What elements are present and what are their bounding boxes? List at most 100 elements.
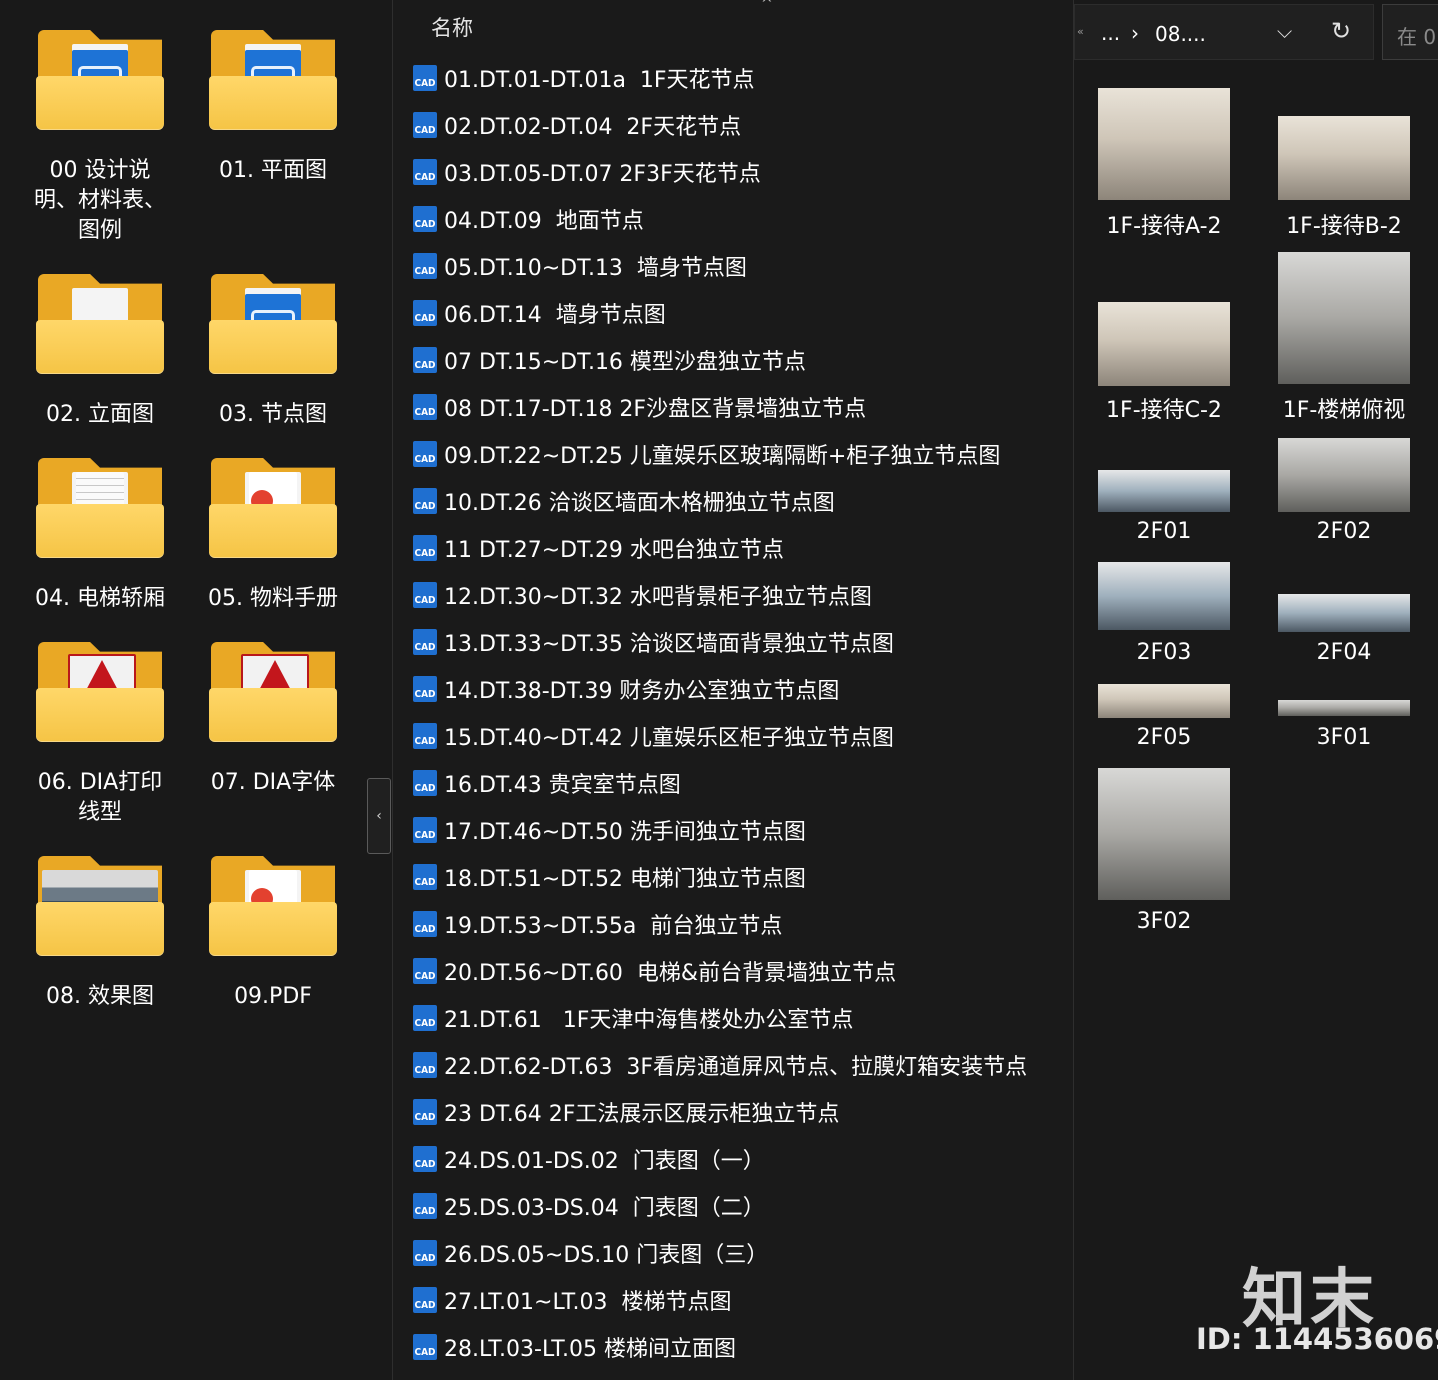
folder-item[interactable]: 02. 立面图 xyxy=(14,244,186,430)
file-name: 16.DT.43 贵宾室节点图 xyxy=(444,773,681,798)
file-row[interactable]: CAD 17.DT.46~DT.50 洗手间独立节点图 xyxy=(413,810,806,850)
folder-item[interactable]: 01. 平面图 xyxy=(187,0,359,186)
file-row[interactable]: CAD 28.LT.03-LT.05 楼梯间立面图 xyxy=(413,1327,736,1367)
file-row[interactable]: CAD 16.DT.43 贵宾室节点图 xyxy=(413,763,681,803)
folder-item[interactable]: 04. 电梯轿厢 xyxy=(14,428,186,614)
cad-file-icon: CAD xyxy=(413,488,437,514)
cad-file-icon: CAD xyxy=(413,1005,437,1031)
file-name: 18.DT.51~DT.52 电梯门独立节点图 xyxy=(444,867,806,892)
folder-label: 04. 电梯轿厢 xyxy=(35,586,165,611)
file-name: 05.DT.10~DT.13 墙身节点图 xyxy=(444,256,747,281)
file-name: 13.DT.33~DT.35 洽谈区墙面背景独立节点图 xyxy=(444,632,894,657)
file-row[interactable]: CAD 20.DT.56~DT.60 电梯&前台背景墙独立节点 xyxy=(413,951,896,991)
folder-item[interactable]: 00 设计说 明、材料表、 图例 xyxy=(14,0,186,246)
breadcrumb-chevron-icon: › xyxy=(1131,21,1139,45)
file-row[interactable]: CAD 03.DT.05-DT.07 2F3F天花节点 xyxy=(413,152,761,192)
cad-file-icon: CAD xyxy=(413,1193,437,1219)
sort-ascending-icon: ^ xyxy=(761,0,773,12)
chevron-down-icon[interactable]: ⌵ xyxy=(1277,19,1292,43)
file-row[interactable]: CAD 23 DT.64 2F工法展示区展示柜独立节点 xyxy=(413,1092,839,1132)
file-name: 22.DT.62-DT.63 3F看房通道屏风节点、拉膜灯箱安装节点 xyxy=(444,1055,1028,1080)
folder-icon xyxy=(36,274,164,374)
thumbnail-label: 1F-楼梯俯视 xyxy=(1282,398,1406,423)
file-row[interactable]: CAD 24.DS.01-DS.02 门表图（一） xyxy=(413,1139,765,1179)
file-name: 26.DS.05~DS.10 门表图（三） xyxy=(444,1243,769,1268)
file-name: 25.DS.03-DS.04 门表图（二） xyxy=(444,1196,765,1221)
refresh-icon[interactable]: ↻ xyxy=(1331,17,1351,45)
file-row[interactable]: CAD 06.DT.14 墙身节点图 xyxy=(413,293,666,333)
folder-icon xyxy=(36,30,164,130)
cad-file-icon: CAD xyxy=(413,770,437,796)
render-thumbnail xyxy=(1278,438,1410,512)
file-row[interactable]: CAD 09.DT.22~DT.25 儿童娱乐区玻璃隔断+柜子独立节点图 xyxy=(413,434,1000,474)
file-row[interactable]: CAD 12.DT.30~DT.32 水吧背景柜子独立节点图 xyxy=(413,575,872,615)
file-row[interactable]: CAD 15.DT.40~DT.42 儿童娱乐区柜子独立节点图 xyxy=(413,716,894,756)
folder-item[interactable]: 09.PDF xyxy=(187,826,359,1012)
file-name: 12.DT.30~DT.32 水吧背景柜子独立节点图 xyxy=(444,585,872,610)
thumbnail-label: 2F04 xyxy=(1316,640,1372,665)
render-thumbnail xyxy=(1278,252,1410,384)
file-row[interactable]: CAD 10.DT.26 洽谈区墙面木格栅独立节点图 xyxy=(413,481,835,521)
folder-icon xyxy=(209,30,337,130)
cad-file-icon: CAD xyxy=(413,1146,437,1172)
folder-label: 07. DIA字体 xyxy=(210,770,336,795)
file-row[interactable]: CAD 22.DT.62-DT.63 3F看房通道屏风节点、拉膜灯箱安装节点 xyxy=(413,1045,1027,1085)
folder-icon xyxy=(36,458,164,558)
file-row[interactable]: CAD 01.DT.01-DT.01a 1F天花节点 xyxy=(413,58,755,98)
folder-item[interactable]: 06. DIA打印 线型 xyxy=(14,612,186,828)
file-row[interactable]: CAD 21.DT.61 1F天津中海售楼处办公室节点 xyxy=(413,998,853,1038)
file-name: 02.DT.02-DT.04 2F天花节点 xyxy=(444,115,742,140)
folder-label: 06. DIA打印 线型 xyxy=(37,770,163,825)
breadcrumb-overflow-button[interactable]: ... xyxy=(1101,21,1120,45)
cad-file-icon: CAD xyxy=(413,676,437,702)
back-history-icon[interactable]: « xyxy=(1077,25,1084,38)
render-thumbnail xyxy=(1278,594,1410,632)
thumbnail-label: 2F03 xyxy=(1136,640,1192,665)
folder-label: 01. 平面图 xyxy=(219,158,327,183)
folder-item[interactable]: 05. 物料手册 xyxy=(187,428,359,614)
cad-file-icon: CAD xyxy=(413,1052,437,1078)
render-thumbnail xyxy=(1098,302,1230,386)
file-row[interactable]: CAD 27.LT.01~LT.03 楼梯节点图 xyxy=(413,1280,732,1320)
file-name: 28.LT.03-LT.05 楼梯间立面图 xyxy=(444,1337,737,1362)
render-thumbnail xyxy=(1278,700,1410,716)
file-row[interactable]: CAD 13.DT.33~DT.35 洽谈区墙面背景独立节点图 xyxy=(413,622,894,662)
cad-file-icon: CAD xyxy=(413,1334,437,1360)
file-list-pane: 名称 ^ CAD 01.DT.01-DT.01a 1F天花节点 CAD 02.DT.0… xyxy=(393,0,1073,1380)
file-row[interactable]: CAD 11 DT.27~DT.29 水吧台独立节点 xyxy=(413,528,784,568)
file-row[interactable]: CAD 18.DT.51~DT.52 电梯门独立节点图 xyxy=(413,857,806,897)
file-name: 27.LT.01~LT.03 楼梯节点图 xyxy=(444,1290,732,1315)
cad-file-icon: CAD xyxy=(413,1287,437,1313)
file-row[interactable]: CAD 02.DT.02-DT.04 2F天花节点 xyxy=(413,105,741,145)
cad-file-icon: CAD xyxy=(413,253,437,279)
breadcrumb-current-folder[interactable]: 08.... xyxy=(1155,22,1206,46)
cad-file-icon: CAD xyxy=(413,723,437,749)
cad-file-icon: CAD xyxy=(413,911,437,937)
folder-item[interactable]: 08. 效果图 xyxy=(14,826,186,1012)
file-name: 01.DT.01-DT.01a 1F天花节点 xyxy=(444,68,755,93)
preview-pane: « ... › 08.... ⌵ ↻ 在 0 1F-接待A-2 1F-接待B-2 1… xyxy=(1074,0,1438,1380)
search-input[interactable]: 在 0 xyxy=(1382,4,1438,60)
watermark-id: ID: 1144536069 xyxy=(1196,1322,1438,1356)
cad-file-icon: CAD xyxy=(413,582,437,608)
thumbnail-label: 3F02 xyxy=(1136,909,1192,934)
file-name: 03.DT.05-DT.07 2F3F天花节点 xyxy=(444,162,761,187)
address-bar[interactable]: « ... › 08.... ⌵ ↻ xyxy=(1074,4,1374,60)
folder-icon xyxy=(209,642,337,742)
file-row[interactable]: CAD 05.DT.10~DT.13 墙身节点图 xyxy=(413,246,747,286)
file-row[interactable]: CAD 19.DT.53~DT.55a 前台独立节点 xyxy=(413,904,782,944)
pane-divider xyxy=(392,0,393,1380)
file-row[interactable]: CAD 08 DT.17-DT.18 2F沙盘区背景墙独立节点 xyxy=(413,387,866,427)
file-row[interactable]: CAD 04.DT.09 地面节点 xyxy=(413,199,644,239)
folder-item[interactable]: 03. 节点图 xyxy=(187,244,359,430)
folder-item[interactable]: 07. DIA字体 xyxy=(187,612,359,798)
file-row[interactable]: CAD 07 DT.15~DT.16 模型沙盘独立节点 xyxy=(413,340,806,380)
file-row[interactable]: CAD 26.DS.05~DS.10 门表图（三） xyxy=(413,1233,768,1273)
file-row[interactable]: CAD 25.DS.03-DS.04 门表图（二） xyxy=(413,1186,765,1226)
file-name: 19.DT.53~DT.55a 前台独立节点 xyxy=(444,914,783,939)
render-thumbnail xyxy=(1098,88,1230,200)
file-row[interactable]: CAD 14.DT.38-DT.39 财务办公室独立节点图 xyxy=(413,669,839,709)
name-column-header[interactable]: 名称 xyxy=(431,12,473,42)
collapse-pane-button[interactable]: ‹ xyxy=(367,778,391,854)
cad-file-icon: CAD xyxy=(413,1240,437,1266)
